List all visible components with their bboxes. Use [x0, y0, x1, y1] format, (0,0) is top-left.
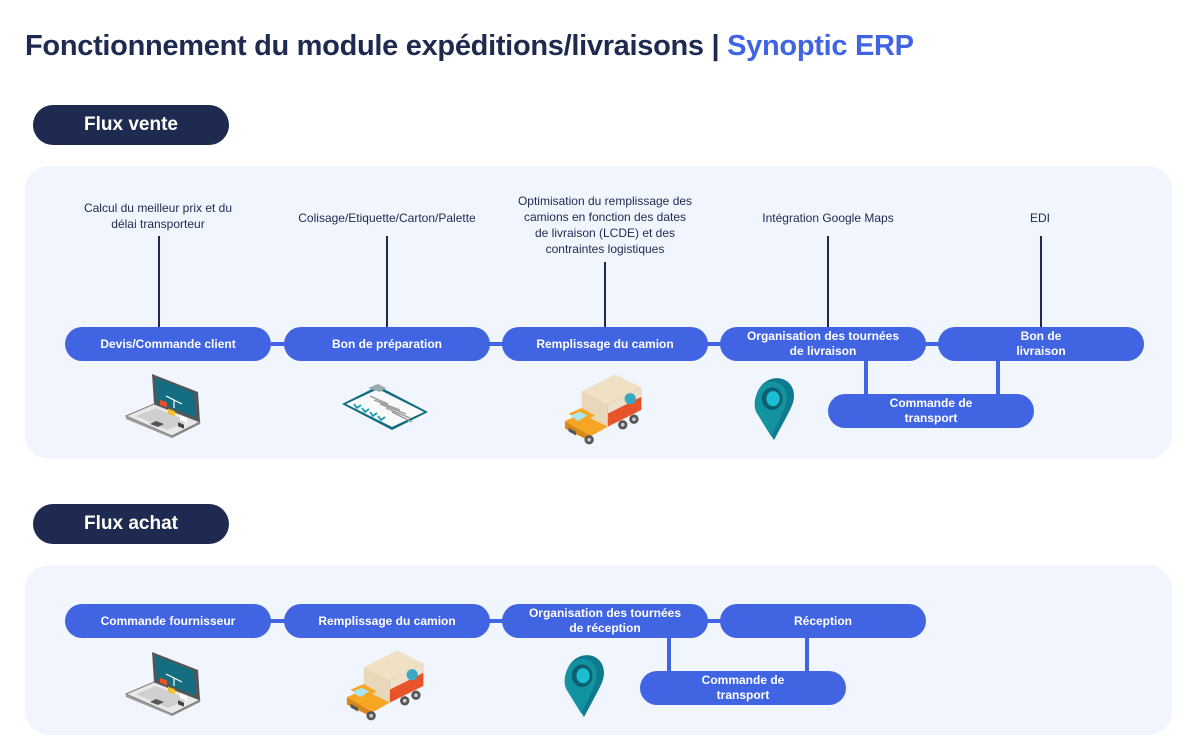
step-commande-fournisseur[interactable]: Commande fournisseur [65, 604, 271, 638]
step-label: Organisation des tournées de réception [528, 606, 682, 635]
step-commande-de-transport[interactable]: Commande de transport [828, 394, 1034, 428]
feature-stem [386, 236, 388, 327]
delivery-truck-icon [345, 646, 429, 722]
connector [864, 358, 868, 398]
connector [667, 634, 671, 674]
section-tag-flux-achat: Flux achat [33, 504, 229, 544]
step-reception[interactable]: Réception [720, 604, 926, 638]
title-separator: | [711, 30, 720, 62]
step-label: Devis/Commande client [100, 336, 236, 351]
section-label: Flux vente [84, 114, 178, 135]
connector [996, 358, 1000, 398]
section-tag-flux-vente: Flux vente [33, 105, 229, 145]
step-bon-de-preparation[interactable]: Bon de préparation [284, 327, 490, 361]
feature-label: EDI [1029, 211, 1050, 225]
step-organisation-tournees-livraison[interactable]: Organisation des tournées de livraison [720, 327, 926, 361]
feature-stem [1040, 236, 1042, 327]
step-label: Organisation des tournées de livraison [746, 329, 900, 358]
laptop-icon [122, 650, 202, 716]
step-remplissage-du-camion[interactable]: Remplissage du camion [284, 604, 490, 638]
step-label: Bon de préparation [331, 336, 442, 351]
feature-label: Optimisation du remplissage des camions … [517, 194, 693, 256]
step-label: Commande de transport [701, 673, 785, 702]
title-text: Fonctionnement du module expéditions/liv… [25, 30, 704, 62]
step-label: Commande de transport [889, 396, 973, 425]
feature-stem [158, 236, 160, 327]
step-organisation-tournees-reception[interactable]: Organisation des tournées de réception [502, 604, 708, 638]
connector [805, 634, 809, 674]
step-devis-commande-client[interactable]: Devis/Commande client [65, 327, 271, 361]
step-label: Bon de livraison [1016, 329, 1066, 358]
feature-label: Calcul du meilleur prix et du délai tran… [83, 201, 233, 231]
step-label: Commande fournisseur [100, 613, 236, 628]
feature-label: Colisage/Etiquette/Carton/Palette [298, 211, 476, 225]
laptop-icon [122, 372, 202, 438]
step-label: Remplissage du camion [536, 336, 674, 351]
step-bon-de-livraison[interactable]: Bon de livraison [938, 327, 1144, 361]
step-label: Réception [793, 613, 852, 628]
map-pin-icon [560, 653, 608, 719]
brand-name: Synoptic ERP [727, 30, 914, 62]
clipboard-checklist-icon [340, 382, 430, 432]
step-remplissage-du-camion[interactable]: Remplissage du camion [502, 327, 708, 361]
page-title: Fonctionnement du module expéditions/liv… [25, 30, 914, 63]
step-label: Remplissage du camion [318, 613, 456, 628]
section-label: Flux achat [84, 513, 178, 534]
step-commande-de-transport[interactable]: Commande de transport [640, 671, 846, 705]
feature-stem [827, 236, 829, 327]
feature-stem [604, 262, 606, 327]
delivery-truck-icon [563, 370, 647, 446]
map-pin-icon [750, 376, 798, 442]
feature-label: Intégration Google Maps [762, 211, 894, 225]
